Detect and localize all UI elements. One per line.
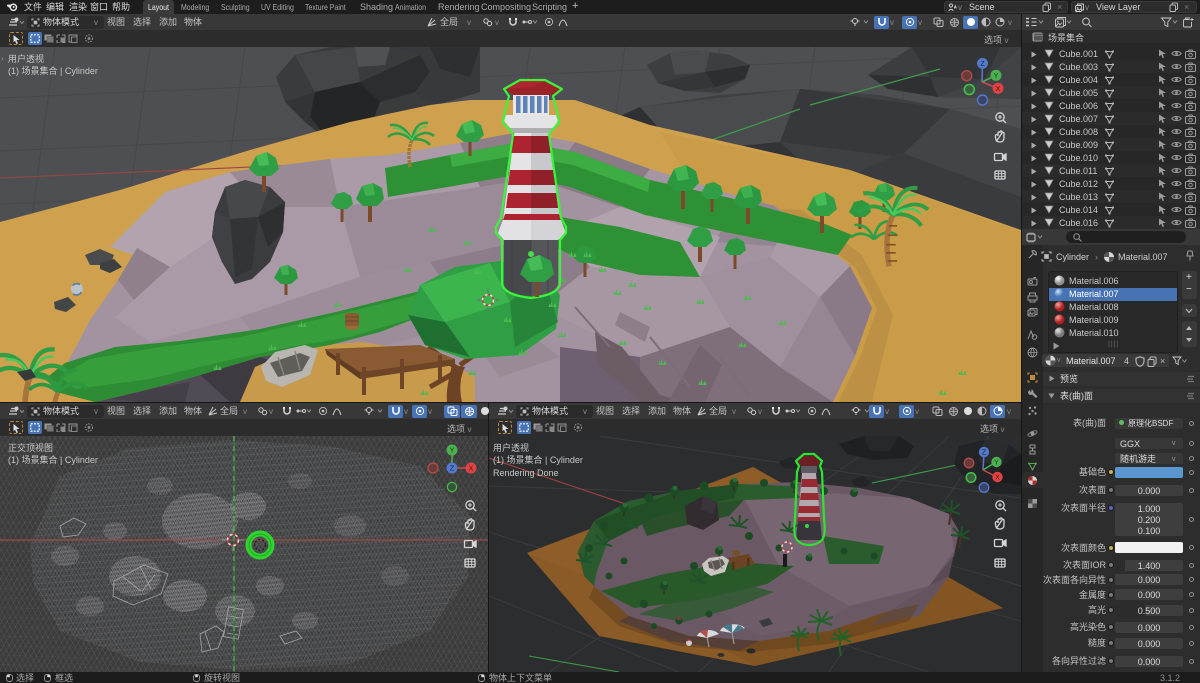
- svg-text:Y: Y: [994, 73, 999, 80]
- svg-text:Y: Y: [450, 448, 455, 455]
- svg-text:Z: Z: [980, 61, 985, 68]
- svg-text:X: X: [469, 466, 474, 473]
- svg-text:Z: Z: [450, 466, 455, 473]
- svg-text:Z: Z: [982, 450, 987, 457]
- svg-text:Y: Y: [994, 460, 999, 467]
- svg-text:X: X: [996, 86, 1001, 93]
- svg-text:X: X: [995, 475, 1000, 482]
